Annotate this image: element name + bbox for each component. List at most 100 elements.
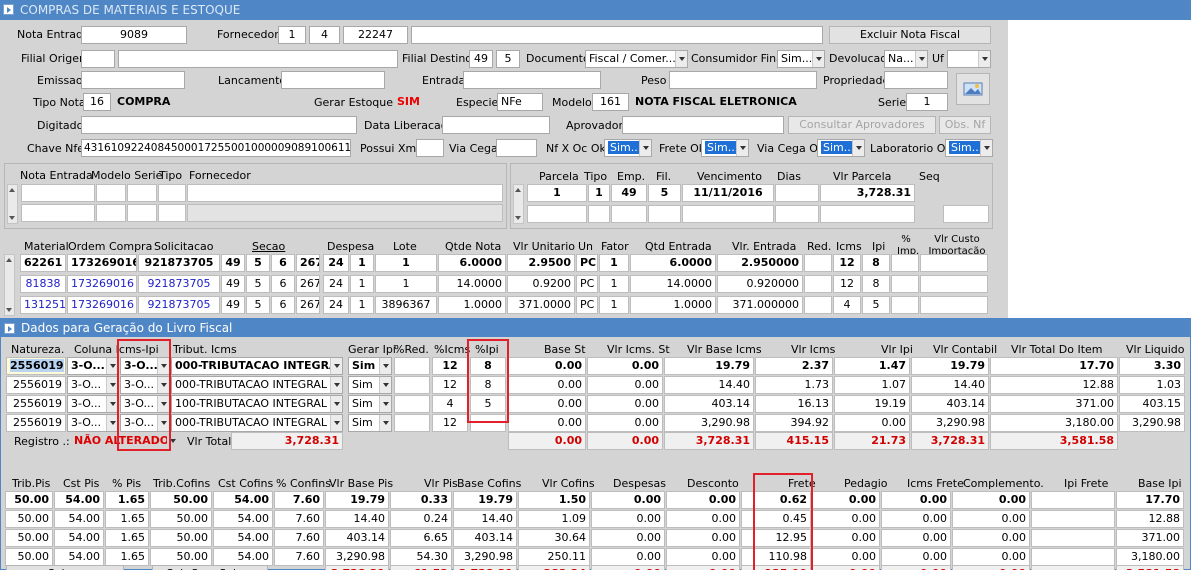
pis-cell-cst-pis[interactable]: 54.00 — [54, 491, 104, 509]
material-cell-lote[interactable]: 1 — [375, 254, 437, 272]
material-cell-imp[interactable] — [891, 275, 919, 293]
livro-cell-vlr-contabil[interactable]: 3,290.98 — [911, 414, 989, 432]
nf-oc-select[interactable]: Sim... — [604, 139, 652, 157]
material-cell-un[interactable]: PC — [576, 275, 598, 293]
material-cell-solicitacao[interactable]: 921873705 — [138, 254, 220, 272]
material-cell-fator[interactable]: 1 — [599, 275, 629, 293]
material-cell-vlr-entrada[interactable]: 2.950000 — [717, 254, 803, 272]
pis-cell-icms-frete[interactable]: 0.00 — [881, 548, 951, 566]
parcela-empty-cell[interactable] — [611, 205, 647, 223]
parcelas-scrollbar[interactable] — [513, 184, 524, 224]
material-cell-secao-c[interactable]: 6 — [271, 275, 295, 293]
parcela-empty-cell[interactable] — [820, 205, 915, 223]
pis-cell-trib-cofins[interactable]: 50.00 — [150, 491, 212, 509]
possui-xml-field[interactable] — [416, 139, 444, 157]
livro-cell-red[interactable] — [394, 357, 430, 375]
material-cell-secao-c[interactable]: 6 — [271, 254, 295, 272]
livro-coluna-b-select[interactable]: 3-O... — [120, 376, 170, 394]
pis-cell-base-cofins[interactable]: 19.79 — [453, 491, 517, 509]
ref-cell[interactable] — [21, 184, 95, 202]
pis-cell-base-cofins[interactable]: 403.14 — [453, 529, 517, 547]
pis-cell-base-ipi[interactable]: 371.00 — [1116, 529, 1184, 547]
pis-cell-vlr-base-pis[interactable]: 14.40 — [325, 510, 389, 528]
livro-cell-icms[interactable]: 12 — [432, 376, 468, 394]
pis-cell-base-ipi[interactable]: 3,180.00 — [1116, 548, 1184, 566]
livro-cell-icms[interactable]: 12 — [432, 357, 468, 375]
livro-cell-ipi[interactable] — [470, 414, 506, 432]
livro-cell-vlr-contabil[interactable]: 403.14 — [911, 395, 989, 413]
livro-cell-vlr-total-item[interactable]: 17.70 — [990, 357, 1118, 375]
pis-cell-cst-pis[interactable]: 54.00 — [54, 548, 104, 566]
tipo-nota-field[interactable]: 16 — [83, 93, 111, 111]
livro-cell-natureza[interactable]: 2556019 — [6, 414, 66, 432]
material-cell-material[interactable]: 62261 — [20, 254, 66, 272]
livro-cell-vlr-ipi[interactable]: 1.07 — [834, 376, 910, 394]
nota-entrada-field[interactable]: 9089 — [81, 26, 187, 44]
via-cega-ok-select[interactable]: Sim... — [817, 139, 865, 157]
material-cell-un[interactable]: PC — [576, 296, 598, 314]
registro-select[interactable]: NÃO ALTERADO — [70, 432, 180, 450]
pis-cell-vlr-base-pis[interactable]: 19.79 — [325, 491, 389, 509]
livro-cell-natureza[interactable]: 2556019 — [6, 376, 66, 394]
material-cell-imp[interactable] — [891, 296, 919, 314]
livro-cell-base-st[interactable]: 0.00 — [508, 376, 586, 394]
entrada-field[interactable] — [463, 71, 601, 89]
pis-cell-despesas[interactable]: 0.00 — [591, 510, 665, 528]
ref-cell[interactable] — [21, 204, 95, 222]
pis-cell-base-cofins[interactable]: 3,290.98 — [453, 548, 517, 566]
livro-tribut-icms-select[interactable]: 000-TRIBUTACAO INTEGRAL — [171, 357, 343, 375]
material-cell-fator[interactable]: 1 — [599, 296, 629, 314]
lancamento-field[interactable] — [281, 71, 385, 89]
pis-cell-pedagio[interactable]: 0.00 — [812, 510, 880, 528]
laboratorio-select[interactable]: Sim... — [945, 139, 993, 157]
livro-coluna-a-select[interactable]: 3-O... — [67, 357, 119, 375]
material-cell-secao-a[interactable]: 49 — [221, 254, 245, 272]
material-cell-vlr-custo[interactable] — [920, 254, 988, 272]
ref-cell[interactable] — [187, 184, 503, 202]
ref-cell[interactable] — [127, 184, 157, 202]
material-cell-vlr-unitario[interactable]: 371.0000 — [507, 296, 575, 314]
ref-cell[interactable] — [96, 204, 126, 222]
pis-cell-frete[interactable]: 110.98 — [741, 548, 811, 566]
via-cega-field[interactable] — [496, 139, 537, 157]
livro-cell-ipi[interactable]: 8 — [470, 376, 506, 394]
frete-ok-select[interactable]: Sim... — [701, 139, 749, 157]
pis-cell-base-cofins[interactable]: 14.40 — [453, 510, 517, 528]
pis-cell-vlr-pis[interactable]: 6.65 — [390, 529, 452, 547]
livro-cell-vlr-ipi[interactable]: 1.47 — [834, 357, 910, 375]
ref-cell[interactable] — [158, 184, 186, 202]
material-cell-material[interactable]: 131251 — [20, 296, 66, 314]
pis-cell-trib-cofins[interactable]: 50.00 — [150, 548, 212, 566]
material-cell-ipi[interactable]: 5 — [862, 296, 890, 314]
filial-destino-field-a[interactable]: 49 — [469, 50, 493, 68]
ref-scrollbar[interactable] — [7, 184, 18, 224]
pis-cell-desconto[interactable]: 0.00 — [666, 529, 740, 547]
material-cell-despesa-b[interactable]: 1 — [350, 275, 374, 293]
pis-cell-desconto[interactable]: 0.00 — [666, 548, 740, 566]
livro-cell-vlr-icms[interactable]: 394.92 — [755, 414, 833, 432]
material-cell-ipi[interactable]: 8 — [862, 254, 890, 272]
livro-cell-vlr-icms[interactable]: 16.13 — [755, 395, 833, 413]
digitador-field[interactable] — [81, 116, 357, 134]
ref-cell[interactable] — [158, 204, 186, 222]
pis-cell-pis[interactable]: 1.65 — [105, 529, 149, 547]
pis-cell-trib-cofins[interactable]: 50.00 — [150, 510, 212, 528]
pis-cell-confins[interactable]: 7.60 — [274, 491, 324, 509]
livro-cell-vlr-total-item[interactable]: 12.88 — [990, 376, 1118, 394]
ref-cell[interactable] — [127, 204, 157, 222]
livro-cell-vlr-contabil[interactable]: 19.79 — [911, 357, 989, 375]
livro-cell-vlr-total-item[interactable]: 3,180.00 — [990, 414, 1118, 432]
parcela-tipo-cell[interactable]: 1 — [588, 184, 610, 202]
livro-cell-red[interactable] — [394, 395, 430, 413]
pis-cell-vlr-cofins[interactable]: 30.64 — [518, 529, 590, 547]
pis-cell-base-ipi[interactable]: 17.70 — [1116, 491, 1184, 509]
pis-cell-vlr-pis[interactable]: 0.24 — [390, 510, 452, 528]
livro-cell-vlr-contabil[interactable]: 14.40 — [911, 376, 989, 394]
filial-origem-field-a[interactable] — [81, 50, 115, 68]
material-cell-despesa-a[interactable]: 24 — [323, 254, 349, 272]
parcela-empty-cell[interactable] — [682, 205, 774, 223]
livro-cell-vlr-icms[interactable]: 2.37 — [755, 357, 833, 375]
material-cell-qtd-entrada[interactable]: 6.0000 — [630, 254, 716, 272]
pis-cell-pis[interactable]: 1.65 — [105, 548, 149, 566]
material-cell-secao-a[interactable]: 49 — [221, 275, 245, 293]
